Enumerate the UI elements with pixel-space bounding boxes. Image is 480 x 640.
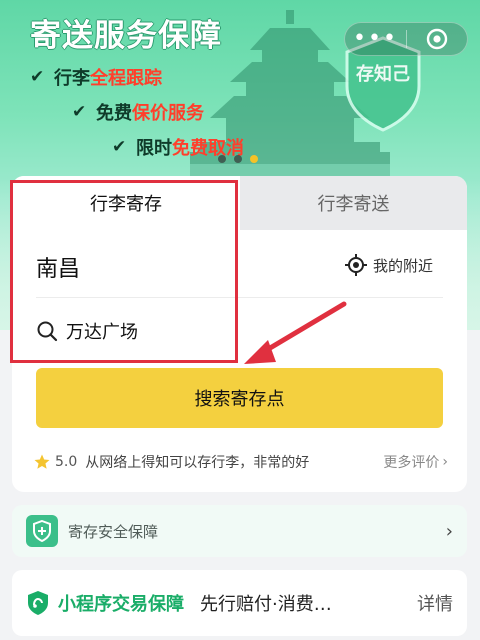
banner-title: 寄送服务保障 <box>30 18 222 54</box>
trade-guarantee-row[interactable]: 小程序交易保障 先行赔付·消费… 详情 <box>12 570 467 636</box>
locate-icon <box>345 254 367 276</box>
review-text: 从网络上得知可以存行李，非常的好 <box>85 455 310 471</box>
more-reviews-link[interactable]: 更多评价 › <box>383 452 448 472</box>
annotation-highlight-box <box>10 180 238 363</box>
feature-insurance: ✔ 免费 保价服务 <box>72 99 204 125</box>
shield-plus-icon <box>26 515 58 547</box>
star-icon <box>34 454 50 469</box>
storage-safety-row[interactable]: 寄存安全保障 › <box>12 505 467 557</box>
check-icon: ✔ <box>30 67 45 87</box>
carousel-indicator <box>218 155 258 163</box>
shield-logo-text: 存知己 <box>356 64 410 85</box>
nearby-button[interactable]: 我的附近 <box>345 254 433 276</box>
trade-detail-link[interactable]: 详情 <box>417 590 453 616</box>
miniprogram-capsule: ••• <box>344 22 468 56</box>
carousel-dot <box>234 155 242 163</box>
check-icon: ✔ <box>112 137 127 157</box>
feature-highlight: 保价服务 <box>132 103 204 124</box>
annotation-arrow <box>244 301 347 364</box>
chevron-right-icon: › <box>442 454 448 470</box>
trade-guarantee-title: 小程序交易保障 <box>58 594 184 615</box>
close-circle-icon[interactable] <box>407 28 467 50</box>
nearby-label: 我的附近 <box>373 256 434 275</box>
search-storage-button[interactable]: 搜索寄存点 <box>36 368 443 428</box>
tab-luggage-delivery[interactable]: 行李寄送 <box>240 176 467 230</box>
carousel-dot <box>218 155 226 163</box>
trade-guarantee-desc: 先行赔付·消费… <box>200 594 332 615</box>
guarantee-shield-icon <box>28 591 48 615</box>
carousel-dot-active <box>250 155 258 163</box>
more-dots-icon[interactable]: ••• <box>345 28 406 50</box>
feature-prefix: 免费 <box>96 103 132 124</box>
check-icon: ✔ <box>72 102 87 122</box>
review-score: 5.0 <box>55 454 78 470</box>
more-reviews-label: 更多评价 <box>383 455 440 471</box>
safety-label: 寄存安全保障 <box>68 522 159 541</box>
feature-highlight: 全程跟踪 <box>90 68 162 89</box>
feature-prefix: 限时 <box>136 138 172 159</box>
feature-prefix: 行李 <box>54 68 90 89</box>
feature-tracking: ✔ 行李 全程跟踪 <box>30 64 162 90</box>
review-summary: 5.0 从网络上得知可以存行李，非常的好 更多评价 › <box>33 452 448 472</box>
chevron-right-icon: › <box>445 520 453 542</box>
